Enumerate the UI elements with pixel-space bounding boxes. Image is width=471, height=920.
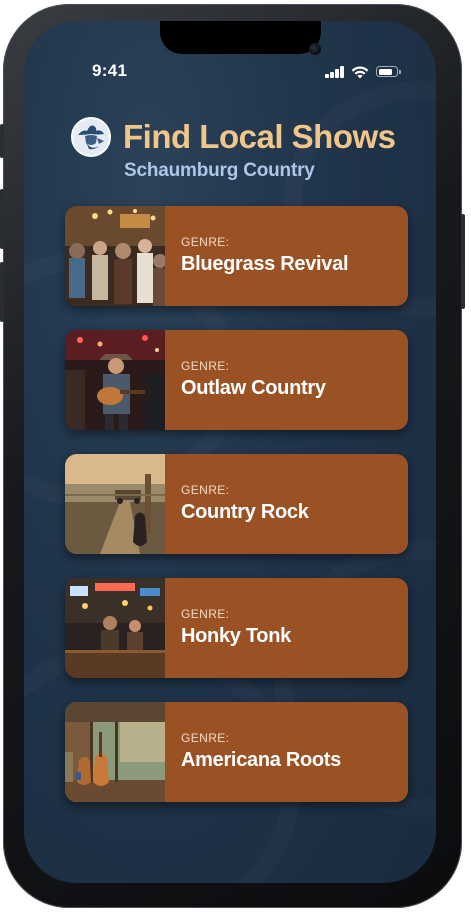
show-card[interactable]: GENRE: Bluegrass Revival: [65, 206, 408, 306]
genre-name: Country Rock: [181, 501, 309, 523]
show-card[interactable]: GENRE: Americana Roots: [65, 702, 408, 802]
battery-level: [378, 68, 393, 75]
wifi-icon: [351, 66, 369, 79]
power-button: [461, 214, 465, 309]
volume-up-button: [0, 189, 4, 249]
genre-label: GENRE:: [181, 235, 230, 249]
genre-name: Bluegrass Revival: [181, 253, 349, 275]
genre-label: GENRE:: [181, 731, 230, 745]
dirt-road-guitar-photo: [65, 454, 165, 554]
page-subtitle: Schaumburg Country: [124, 160, 315, 181]
volume-down-button: [0, 262, 4, 322]
status-time: 9:41: [92, 61, 128, 80]
genre-name: Outlaw Country: [181, 377, 326, 399]
show-card[interactable]: GENRE: Outlaw Country: [65, 330, 408, 430]
battery-icon: [376, 66, 401, 77]
show-card[interactable]: GENRE: Country Rock: [65, 454, 408, 554]
genre-label: GENRE:: [181, 607, 230, 621]
genre-label: GENRE:: [181, 359, 230, 373]
honky-tonk-bar-photo: [65, 578, 165, 678]
porch-guitar-photo: [65, 702, 165, 802]
front-camera: [309, 43, 321, 55]
genre-name: Americana Roots: [181, 749, 341, 771]
guitarist-on-stage-photo: [65, 330, 165, 430]
genre-label: GENRE:: [181, 483, 230, 497]
mute-switch: [0, 124, 4, 158]
show-card[interactable]: GENRE: Honky Tonk: [65, 578, 408, 678]
genre-name: Honky Tonk: [181, 625, 291, 647]
cellular-signal-icon: [325, 66, 345, 78]
notch: [160, 21, 321, 55]
crowd-dancing-photo: [65, 206, 165, 306]
cowboy-logo-icon: [71, 117, 111, 157]
page-title: Find Local Shows: [123, 118, 396, 155]
